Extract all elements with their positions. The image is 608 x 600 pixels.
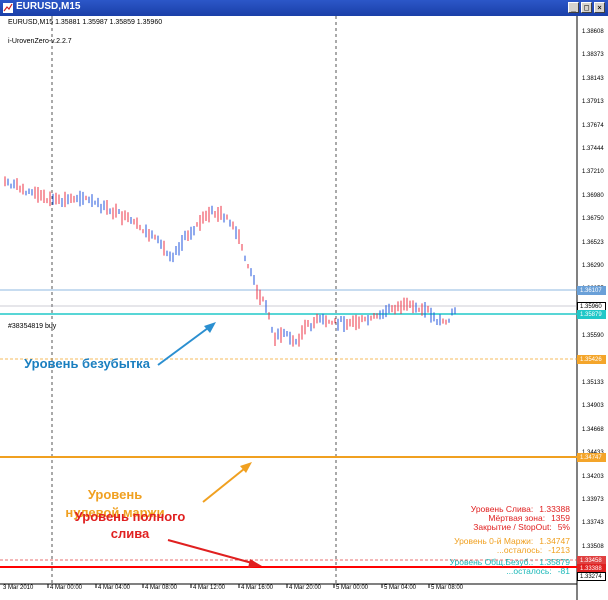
price-tick-label: 1.38143 [582, 75, 604, 82]
time-tick-label: 3 Mar 2010 [3, 585, 34, 591]
price-tick-label: 1.34668 [582, 426, 604, 433]
price-tick-label: 1.36750 [582, 216, 604, 223]
stats-loss: Уровень Слива: 1.33388 Мёртвая зона: 1359 … [470, 504, 570, 533]
price-level-tag: 1.35879 [577, 310, 606, 319]
price-tick-label: 1.34203 [582, 473, 604, 480]
time-tick-label: 4 Mar 08:00 [145, 585, 178, 591]
price-level-tag: 1.36107 [577, 286, 606, 295]
window-title: EURUSD,M15 [16, 1, 81, 12]
price-tick-label: 1.35133 [582, 380, 604, 386]
position-label: #38354819 buy [8, 323, 57, 330]
chart-window-icon [3, 3, 13, 13]
time-tick-label: 4 Mar 12:00 [193, 585, 226, 591]
indicator-name: i-UrovenZero-v.2.2.7 [8, 38, 72, 45]
price-level-tag: 1.35426 [577, 355, 606, 364]
chart-area[interactable]: EURUSD,M15 1.35881 1.35987 1.35859 1.359… [0, 16, 608, 600]
price-level-tag: 1.34747 [577, 453, 606, 462]
time-tick-label: 5 Mar 08:00 [431, 585, 464, 591]
price-tick-label: 1.36290 [582, 263, 604, 269]
time-tick-label: 5 Mar 04:00 [384, 585, 417, 591]
minimize-button[interactable]: _ [568, 2, 579, 13]
time-tick-label: 4 Mar 20:00 [289, 585, 322, 591]
price-tick-label: 1.36980 [582, 192, 604, 199]
full-loss-arrow [167, 539, 262, 568]
window-titlebar[interactable]: EURUSD,M15 _ □ × [0, 0, 608, 16]
time-tick-label: 4 Mar 04:00 [98, 585, 131, 591]
time-tick-label: 4 Mar 00:00 [50, 585, 83, 591]
price-tick-label: 1.37674 [582, 122, 604, 129]
price-tick-label: 1.34903 [582, 403, 604, 410]
price-tick-label: 1.35590 [582, 333, 604, 340]
price-tick-label: 1.38608 [582, 29, 604, 35]
price-bars [4, 176, 456, 347]
close-button[interactable]: × [594, 2, 605, 13]
full-loss-annotation: Уровень полного слива [74, 509, 186, 541]
price-tick-label: 1.37444 [582, 146, 604, 152]
price-tick-label: 1.36523 [582, 239, 604, 246]
time-tick-label: 5 Mar 00:00 [336, 585, 369, 591]
zero-margin-arrow [202, 462, 252, 503]
time-tick-label: 4 Mar 16:00 [241, 585, 274, 591]
price-tick-label: 1.37913 [582, 99, 604, 106]
price-tick-label: 1.33743 [582, 520, 604, 527]
breakeven-arrow [157, 322, 216, 366]
chart-header: EURUSD,M15 1.35881 1.35987 1.35859 1.359… [8, 19, 163, 26]
price-tick-label: 1.37210 [582, 169, 604, 176]
price-tick-label: 1.33508 [582, 543, 604, 550]
price-tick-label: 1.38373 [582, 52, 604, 59]
price-tick-label: 1.33973 [582, 497, 604, 503]
price-level-tag: 1.33274 [577, 572, 606, 581]
maximize-button[interactable]: □ [581, 2, 592, 13]
stats-zero-margin: Уровень 0-й Маржи: 1.34747 ...осталось: -1… [454, 536, 570, 556]
breakeven-annotation: Уровень безубытка [24, 356, 150, 371]
stats-breakeven: Уровень Общ.Безуб.: 1.35879 ...осталось: -… [449, 557, 570, 577]
